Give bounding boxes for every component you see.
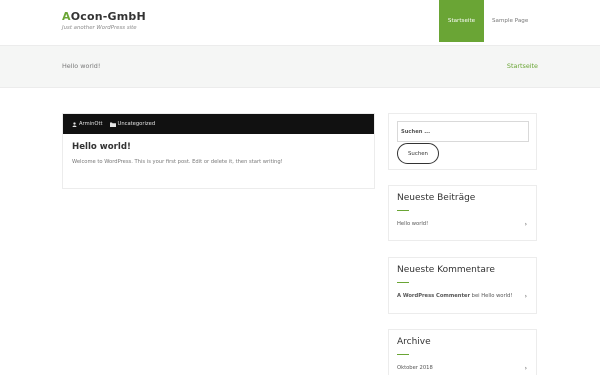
nav-item-sample-page[interactable]: Sample Page — [484, 0, 536, 42]
site-title-initial: A — [62, 10, 71, 23]
search-button[interactable]: Suchen — [397, 143, 439, 164]
archive-widget: Archive Oktober 2018 › — [388, 329, 537, 375]
recent-comments-widget: Neueste Kommentare A WordPress Commenter… — [388, 257, 537, 314]
folder-icon — [109, 122, 116, 127]
comment-author[interactable]: A WordPress Commenter — [397, 293, 470, 299]
recent-comment-item[interactable]: A WordPress Commenter bei Hello world! › — [397, 293, 527, 300]
page-title-band: Hello world! Startseite — [0, 46, 600, 88]
page-title: Hello world! — [62, 62, 101, 70]
recent-post-link[interactable]: Hello world! › — [397, 221, 527, 228]
search-input[interactable]: Suchen ... — [397, 121, 529, 142]
site-header: AOcon-GmbH Just another WordPress site S… — [0, 0, 600, 46]
title-divider — [397, 210, 409, 211]
recent-post-label: Hello world! — [397, 221, 429, 227]
search-widget: Suchen ... Suchen — [388, 113, 537, 170]
post-excerpt: Welcome to WordPress. This is your first… — [72, 159, 283, 165]
archive-item[interactable]: Oktober 2018 › — [397, 365, 527, 372]
recent-posts-widget: Neueste Beiträge Hello world! › — [388, 185, 537, 241]
recent-comment-text: A WordPress Commenter bei Hello world! — [397, 293, 512, 300]
post-title[interactable]: Hello world! — [72, 142, 131, 152]
chevron-right-icon: › — [524, 293, 527, 300]
post-author-name: ArminOtt — [79, 121, 103, 127]
breadcrumb-home-link[interactable]: Startseite — [507, 62, 538, 70]
chevron-right-icon: › — [524, 221, 527, 228]
archive-title: Archive — [397, 337, 431, 347]
post-meta-bar: ArminOtt Uncategorized — [63, 114, 374, 134]
user-icon — [72, 121, 77, 127]
comment-post-link[interactable]: Hello world! — [481, 293, 512, 299]
main-nav: Startseite Sample Page — [439, 0, 536, 42]
recent-comments-title: Neueste Kommentare — [397, 265, 495, 275]
post-card: ArminOtt Uncategorized Hello world! Welc… — [62, 113, 375, 189]
site-title-rest: Ocon-GmbH — [70, 10, 146, 23]
nav-item-startseite[interactable]: Startseite — [439, 0, 484, 42]
post-category[interactable]: Uncategorized — [109, 121, 156, 127]
chevron-right-icon: › — [524, 365, 527, 372]
site-tagline: Just another WordPress site — [62, 25, 137, 31]
archive-item-label: Oktober 2018 — [397, 365, 433, 371]
post-category-name: Uncategorized — [117, 121, 156, 127]
title-divider — [397, 354, 409, 355]
title-divider — [397, 282, 409, 283]
post-author[interactable]: ArminOtt — [72, 121, 103, 127]
site-title[interactable]: AOcon-GmbH — [62, 10, 146, 23]
recent-posts-title: Neueste Beiträge — [397, 193, 476, 203]
comment-connector: bei — [471, 293, 480, 299]
